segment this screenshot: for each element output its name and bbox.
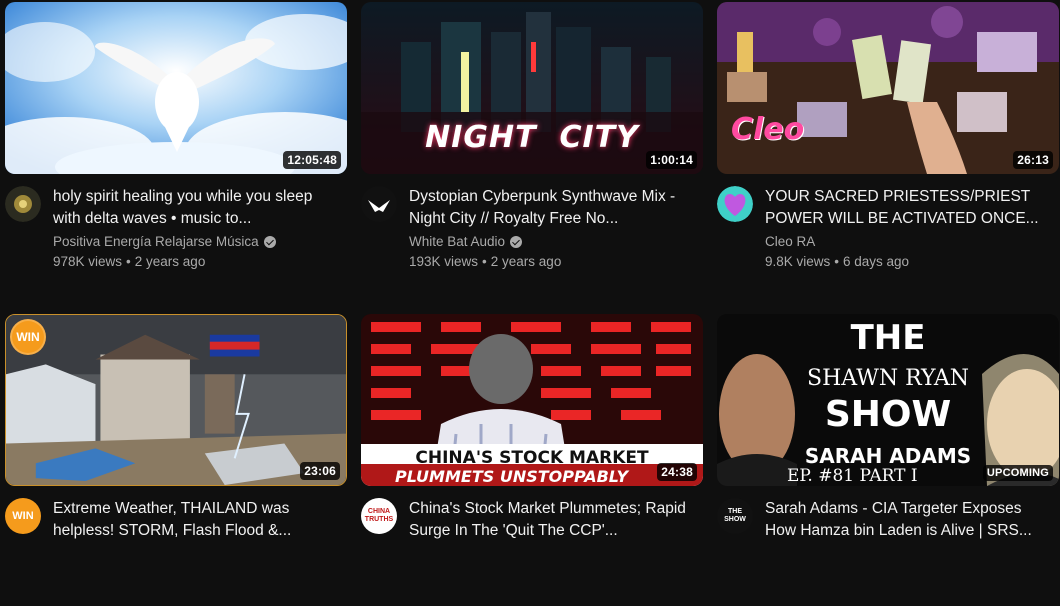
channel-avatar[interactable]: THE SHOW <box>717 498 753 534</box>
video-grid: 12:05:48 holy spirit healing you while y… <box>0 0 1060 560</box>
upload-age: 2 years ago <box>490 254 562 269</box>
video-title[interactable]: Sarah Adams - CIA Targeter Exposes How H… <box>765 498 1055 542</box>
thumbnail-show-show: SHOW <box>824 394 952 435</box>
thumbnail-caption: Cleo <box>731 112 805 147</box>
thumbnail-headline: CHINA'S STOCK MARKET <box>415 448 649 468</box>
upcoming-badge: UPCOMING <box>982 465 1053 481</box>
video-card[interactable]: CHINA'S STOCK MARKET PLUMMETS UNSTOPPABL… <box>361 314 703 606</box>
video-card[interactable]: NIGHT CITY 1:00:14 Dystopian Cyberpunk S… <box>361 2 703 294</box>
channel-avatar[interactable]: WIN <box>5 498 41 534</box>
view-count: 193K views <box>409 254 479 269</box>
video-thumbnail[interactable]: 12:05:48 <box>5 2 347 174</box>
video-title[interactable]: Dystopian Cyberpunk Synthwave Mix - Nigh… <box>409 186 699 230</box>
channel-avatar[interactable] <box>717 186 753 222</box>
video-stats: 9.8K views • 6 days ago <box>765 254 910 269</box>
upload-age: 2 years ago <box>134 254 206 269</box>
avatar-label: CHINA TRUTHS <box>364 508 394 523</box>
video-title[interactable]: China's Stock Market Plummetes; Rapid Su… <box>409 498 699 542</box>
channel-avatar[interactable] <box>5 186 41 222</box>
video-title[interactable]: YOUR SACRED PRIESTESS/PRIEST POWER WILL … <box>765 186 1055 230</box>
thumbnail-show-the: THE <box>850 318 926 358</box>
view-count: 9.8K views <box>765 254 831 269</box>
thumbnail-caption: NIGHT CITY <box>425 120 639 155</box>
avatar-label: THE SHOW <box>724 508 746 523</box>
video-thumbnail[interactable]: WIN 23:06 <box>5 314 347 486</box>
video-card[interactable]: THE SHAWN RYAN SHOW SARAH ADAMS EP. #81 … <box>717 314 1059 606</box>
video-title[interactable]: holy spirit healing you while you sleep … <box>53 186 343 230</box>
video-duration: 23:06 <box>300 462 340 480</box>
channel-avatar[interactable] <box>361 186 397 222</box>
verified-check-icon <box>510 236 523 248</box>
video-duration: 26:13 <box>1013 151 1053 169</box>
video-title[interactable]: Extreme Weather, THAILAND was helpless! … <box>53 498 343 542</box>
video-thumbnail[interactable]: Cleo 26:13 <box>717 2 1059 174</box>
video-duration: 12:05:48 <box>283 151 341 169</box>
video-stats: 978K views • 2 years ago <box>53 254 206 269</box>
view-count: 978K views <box>53 254 123 269</box>
channel-name[interactable]: Positiva Energía Relajarse Música <box>53 232 259 252</box>
video-stats: 193K views • 2 years ago <box>409 254 562 269</box>
storm-thumbnail-image <box>6 315 346 485</box>
verified-check-icon <box>263 236 276 248</box>
channel-name[interactable]: Cleo RA <box>765 232 815 252</box>
avatar-label: WIN <box>12 510 34 522</box>
video-duration: 24:38 <box>657 463 697 481</box>
thumbnail-episode: EP. #81 PART I <box>787 466 918 486</box>
video-card[interactable]: WIN 23:06 WIN Extreme Weather, THAILAND … <box>5 314 347 606</box>
video-thumbnail[interactable]: THE SHAWN RYAN SHOW SARAH ADAMS EP. #81 … <box>717 314 1059 486</box>
tarot-thumbnail-image <box>717 2 1059 174</box>
channel-name[interactable]: White Bat Audio <box>409 232 505 252</box>
dove-thumbnail-image <box>5 2 347 174</box>
channel-avatar[interactable]: CHINA TRUTHS <box>361 498 397 534</box>
video-thumbnail[interactable]: NIGHT CITY 1:00:14 <box>361 2 703 174</box>
thumbnail-subheadline: PLUMMETS UNSTOPPABLY <box>395 467 629 486</box>
video-card[interactable]: 12:05:48 holy spirit healing you while y… <box>5 2 347 294</box>
video-duration: 1:00:14 <box>646 151 697 169</box>
video-card[interactable]: Cleo 26:13 YOUR SACRED PRIESTESS/PRIEST … <box>717 2 1059 294</box>
upload-age: 6 days ago <box>843 254 910 269</box>
badge: WIN <box>10 319 46 355</box>
video-thumbnail[interactable]: CHINA'S STOCK MARKET PLUMMETS UNSTOPPABL… <box>361 314 703 486</box>
thumbnail-show-name: SHAWN RYAN <box>807 366 969 391</box>
